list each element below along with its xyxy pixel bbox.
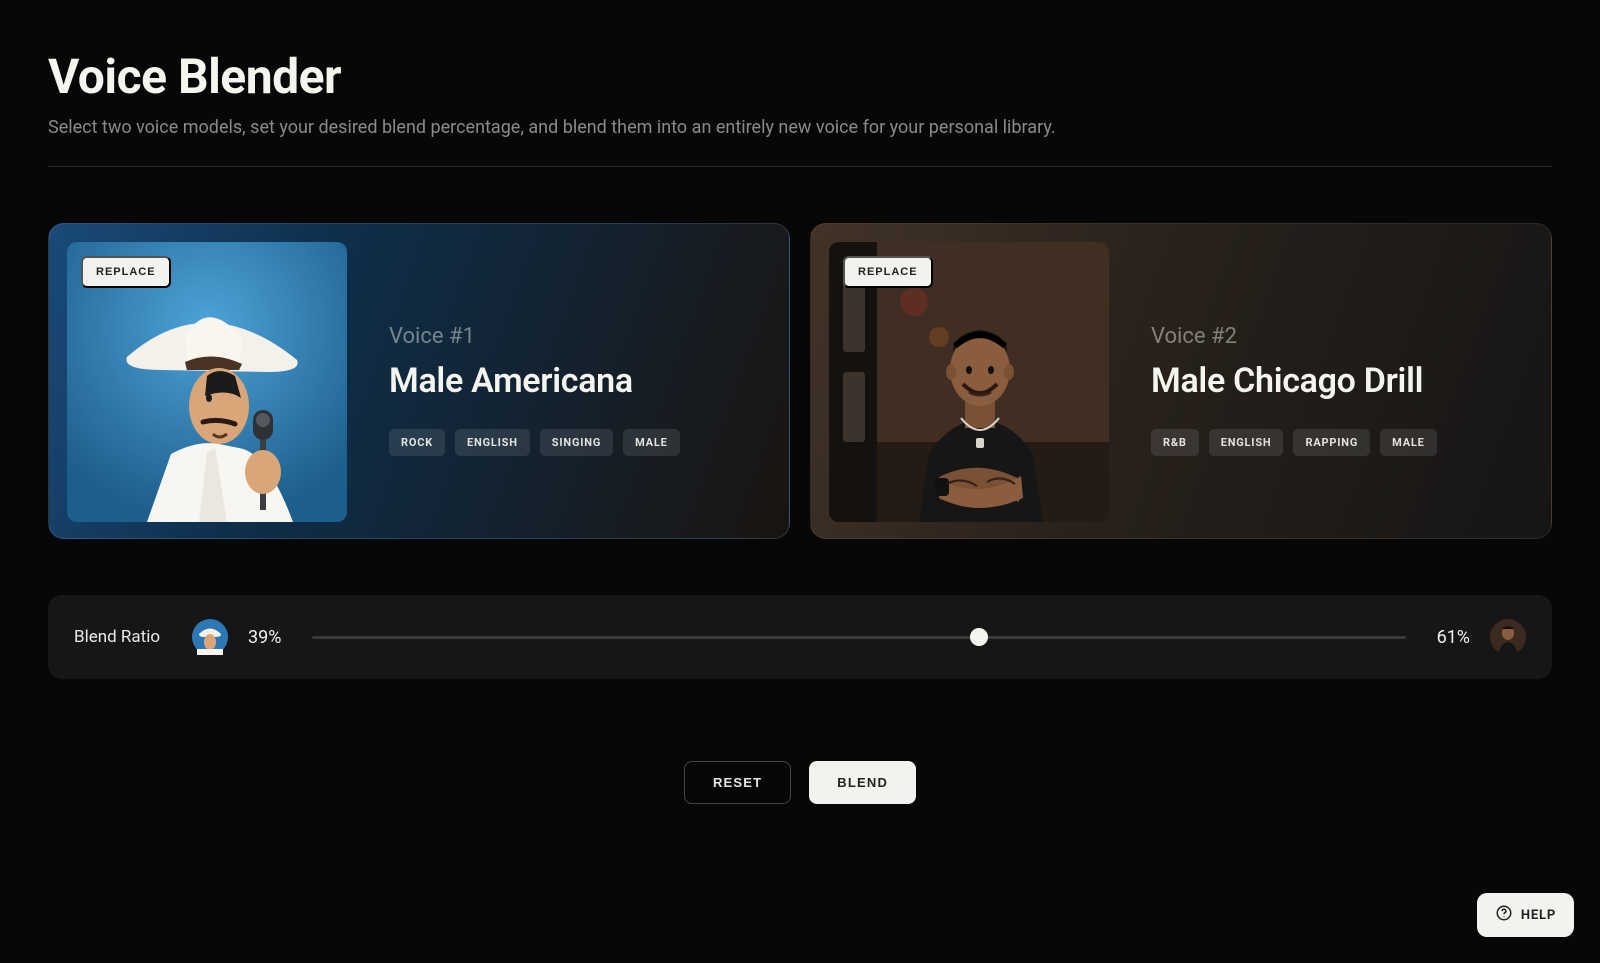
tag: MALE (623, 429, 679, 456)
tag: ENGLISH (1209, 429, 1284, 456)
voice-2-avatar (1490, 619, 1526, 655)
reset-button[interactable]: RESET (684, 761, 791, 804)
voice-card-1-image: REPLACE (67, 242, 347, 522)
voice-1-name: Male Americana (389, 361, 765, 401)
help-label: HELP (1521, 908, 1556, 923)
blend-ratio-label: Blend Ratio (74, 627, 160, 647)
voice-2-slot-label: Voice #2 (1151, 324, 1527, 349)
help-icon (1495, 904, 1513, 926)
voice-card-2-image: REPLACE (829, 242, 1109, 522)
voice-card-2: REPLACE Voice #2 Male Chicago Drill R&B … (810, 223, 1552, 539)
voice-card-row: REPLACE Voice #1 Male Americana ROCK ENG… (48, 223, 1552, 539)
tag: ROCK (389, 429, 445, 456)
voice-1-tags: ROCK ENGLISH SINGING MALE (389, 429, 765, 456)
tag: SINGING (540, 429, 613, 456)
page-title: Voice Blender (48, 48, 1552, 105)
blend-ratio-bar: Blend Ratio 39% 61% (48, 595, 1552, 679)
page-subtitle: Select two voice models, set your desire… (48, 117, 1552, 167)
blend-left-percent: 39% (248, 627, 292, 648)
voice-1-slot-label: Voice #1 (389, 324, 765, 349)
voice-2-tags: R&B ENGLISH RAPPING MALE (1151, 429, 1527, 456)
replace-button-voice-1[interactable]: REPLACE (81, 256, 171, 288)
action-row: RESET BLEND (48, 761, 1552, 804)
tag: ENGLISH (455, 429, 530, 456)
blend-slider-thumb[interactable] (970, 628, 988, 646)
blend-slider[interactable] (312, 636, 1406, 639)
tag: MALE (1380, 429, 1436, 456)
replace-button-voice-2[interactable]: REPLACE (843, 256, 933, 288)
tag: RAPPING (1293, 429, 1370, 456)
voice-1-avatar (192, 619, 228, 655)
blend-button[interactable]: BLEND (809, 761, 916, 804)
tag: R&B (1151, 429, 1199, 456)
voice-card-1: REPLACE Voice #1 Male Americana ROCK ENG… (48, 223, 790, 539)
blend-right-percent: 61% (1426, 627, 1470, 648)
help-button[interactable]: HELP (1477, 893, 1574, 937)
voice-2-name: Male Chicago Drill (1151, 361, 1527, 401)
